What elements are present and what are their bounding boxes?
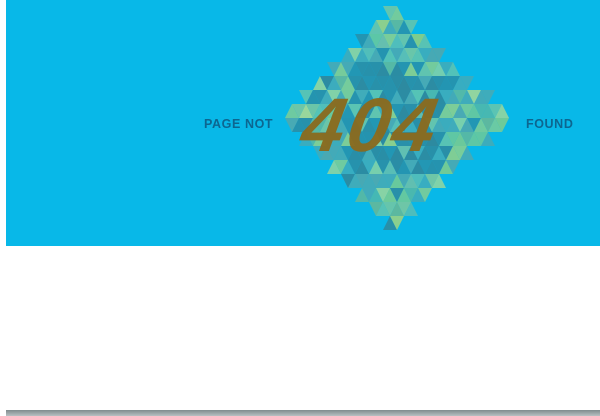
found-label: FOUND — [526, 117, 574, 131]
error-code-404: 404 — [294, 84, 447, 168]
bottom-divider — [6, 410, 600, 416]
error-code-text: 404 — [294, 84, 447, 168]
error-banner: PAGE NOT 404 FOUND — [6, 0, 600, 246]
